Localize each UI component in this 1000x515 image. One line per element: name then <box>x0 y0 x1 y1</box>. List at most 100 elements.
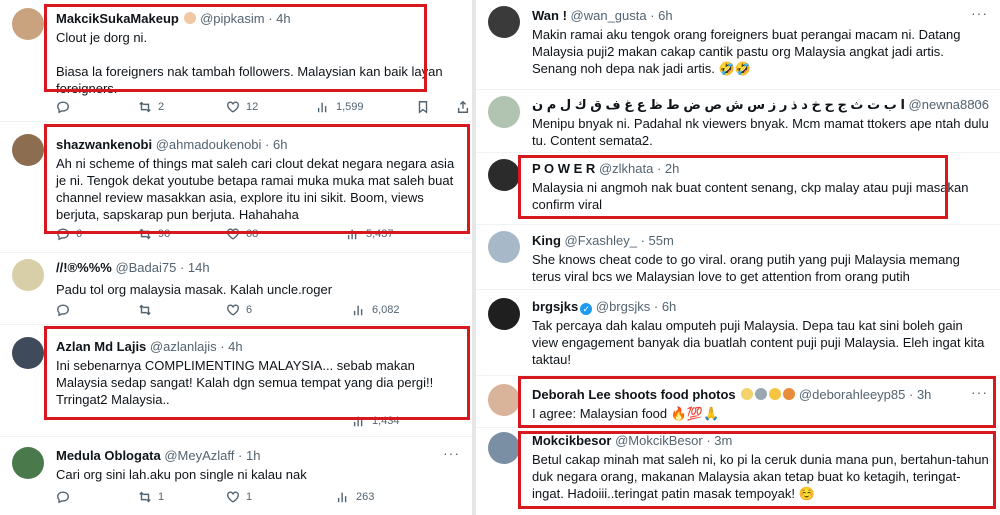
reply-count: 6 <box>76 228 83 240</box>
avatar[interactable] <box>488 96 520 128</box>
tweet-paragraph: Malaysia ni angmoh nak buat content sena… <box>532 180 969 212</box>
display-name[interactable]: Mokcikbesor <box>532 433 611 448</box>
handle[interactable]: @zlkhata <box>599 161 653 176</box>
more-options-icon[interactable]: ··· <box>971 5 988 21</box>
timestamp[interactable]: 3m <box>714 433 732 448</box>
timestamp[interactable]: 4h <box>276 11 290 26</box>
timestamp[interactable]: 6h <box>662 299 676 314</box>
avatar[interactable] <box>12 337 44 369</box>
like-count: 68 <box>246 228 259 240</box>
tweet-text: Menipu bnyak ni. Padahal nk viewers bnya… <box>532 115 990 149</box>
retweet-button[interactable]: 2 <box>138 99 164 115</box>
like-button[interactable]: 1 <box>226 489 252 505</box>
avatar[interactable] <box>12 8 44 40</box>
retweet-icon <box>139 304 151 316</box>
display-name[interactable]: shazwankenobi <box>56 137 152 152</box>
tweet[interactable]: Medula Oblogata @MeyAzlaff · 1h Cari org… <box>0 437 472 515</box>
tweet-paragraph: Ah ni scheme of things mat saleh cari cl… <box>56 156 455 222</box>
avatar[interactable] <box>12 134 44 166</box>
handle[interactable]: @Badai75 <box>115 260 176 275</box>
timestamp[interactable]: 4h <box>228 339 242 354</box>
handle[interactable]: @brgsjks <box>596 299 650 314</box>
tweet[interactable]: King @Fxashley_ · 55m She knows cheat co… <box>476 225 1000 290</box>
tweet-text: Ini sebenarnya COMPLIMENTING MALAYSIA...… <box>56 357 462 408</box>
display-name[interactable]: P O W E R <box>532 161 595 176</box>
reply-button[interactable]: 6 <box>56 226 82 242</box>
verified-badge-icon: ✓ <box>580 303 593 315</box>
avatar[interactable] <box>488 6 520 38</box>
reply-button[interactable] <box>56 302 70 318</box>
retweet-button[interactable]: 90 <box>138 226 170 242</box>
timestamp[interactable]: 3h <box>917 387 931 402</box>
handle[interactable]: @ahmadoukenobi <box>156 137 262 152</box>
views-button[interactable]: 263 <box>336 489 374 505</box>
handle[interactable]: @wan_gusta <box>571 8 647 23</box>
display-name[interactable]: Azlan Md Lajis <box>56 339 146 354</box>
tweet[interactable]: ا ب ت ث ج ح خ د ذ ر ز س ش ص ض ط ظ ع غ ف … <box>476 90 1000 153</box>
avatar[interactable] <box>488 432 520 464</box>
avatar[interactable] <box>488 298 520 330</box>
tweet[interactable]: Deborah Lee shoots food photos @deborahl… <box>476 376 1000 428</box>
views-button[interactable]: 5,437 <box>346 226 394 242</box>
timestamp[interactable]: 6h <box>658 8 672 23</box>
handle[interactable]: @MokcikBesor <box>615 433 703 448</box>
tweet[interactable]: //!®%%% @Badai75 · 14h Padu tol org mala… <box>0 253 472 325</box>
more-options-icon[interactable]: ··· <box>443 445 460 461</box>
sparkle-emoji-icon <box>769 388 782 400</box>
view-count: 5,437 <box>366 228 394 240</box>
like-button[interactable]: 6 <box>226 302 252 318</box>
avatar[interactable] <box>12 259 44 291</box>
tweet[interactable]: Azlan Md Lajis @azlanlajis · 4h Ini sebe… <box>0 325 472 437</box>
retweet-button[interactable] <box>138 302 152 318</box>
avatar[interactable] <box>488 231 520 263</box>
timestamp[interactable]: 14h <box>188 260 210 275</box>
tweet[interactable]: Mokcikbesor @MokcikBesor · 3m Betul caka… <box>476 428 1000 515</box>
handle[interactable]: @Fxashley_ <box>565 233 637 248</box>
display-name[interactable]: brgsjks <box>532 299 578 314</box>
views-icon <box>337 492 347 503</box>
reply-button[interactable] <box>56 489 70 505</box>
display-name[interactable]: //!®%%% <box>56 260 112 275</box>
heart-icon <box>227 228 239 240</box>
bookmark-button[interactable] <box>416 99 430 115</box>
like-button[interactable]: 12 <box>226 99 258 115</box>
display-name[interactable]: Wan ! <box>532 8 567 23</box>
like-count: 12 <box>246 101 259 113</box>
tweet[interactable]: P O W E R @zlkhata · 2h Malaysia ni angm… <box>476 153 1000 225</box>
handle[interactable]: @azlanlajis <box>150 339 217 354</box>
handle[interactable]: @pipkasim <box>200 11 265 26</box>
heart-icon <box>227 304 239 316</box>
reply-button[interactable] <box>56 99 76 115</box>
display-name[interactable]: MakcikSukaMakeup <box>56 11 179 26</box>
views-button[interactable]: 1,434 <box>352 413 400 429</box>
display-name[interactable]: Deborah Lee shoots food photos <box>532 387 736 402</box>
display-name[interactable]: ا ب ت ث ج ح خ د ذ ر ز س ش ص ض ط ظ ع غ ف … <box>532 97 905 112</box>
timestamp[interactable]: 6h <box>273 137 287 152</box>
tweet[interactable]: MakcikSukaMakeup @pipkasim · 4h Clout je… <box>0 0 472 122</box>
handle[interactable]: @deborahleeyp85 <box>799 387 905 402</box>
timestamp[interactable]: 55m <box>649 233 674 248</box>
tweet-paragraph: Cari org sini lah.aku pon single ni kala… <box>56 467 307 482</box>
handle[interactable]: @MeyAzlaff <box>164 448 234 463</box>
tweet[interactable]: Wan ! @wan_gusta · 6h Makin ramai aku te… <box>476 0 1000 90</box>
timestamp[interactable]: 2h <box>665 161 679 176</box>
views-button[interactable]: 1,599 <box>316 99 364 115</box>
timestamp[interactable]: 1h <box>246 448 260 463</box>
avatar[interactable] <box>488 384 520 416</box>
views-icon <box>347 229 357 240</box>
avatar[interactable] <box>488 159 520 191</box>
display-name[interactable]: Medula Oblogata <box>56 448 161 463</box>
display-name[interactable]: King <box>532 233 561 248</box>
like-count: 6 <box>246 304 253 316</box>
avatar[interactable] <box>12 447 44 479</box>
retweet-button[interactable]: 1 <box>138 489 164 505</box>
more-options-icon[interactable]: ··· <box>971 94 988 110</box>
views-button[interactable]: 6,082 <box>352 302 400 318</box>
like-button[interactable]: 68 <box>226 226 258 242</box>
tweet-text: Tak percaya dah kalau omputeh puji Malay… <box>532 317 990 368</box>
more-options-icon[interactable]: ··· <box>971 384 988 400</box>
tweet[interactable]: shazwankenobi @ahmadoukenobi · 6h Ah ni … <box>0 122 472 253</box>
tweet[interactable]: brgsjks ✓ @brgsjks · 6h Tak percaya dah k… <box>476 290 1000 376</box>
tweet-paragraph: Biasa la foreigners nak tambah followers… <box>56 64 443 96</box>
share-button[interactable] <box>456 99 470 115</box>
